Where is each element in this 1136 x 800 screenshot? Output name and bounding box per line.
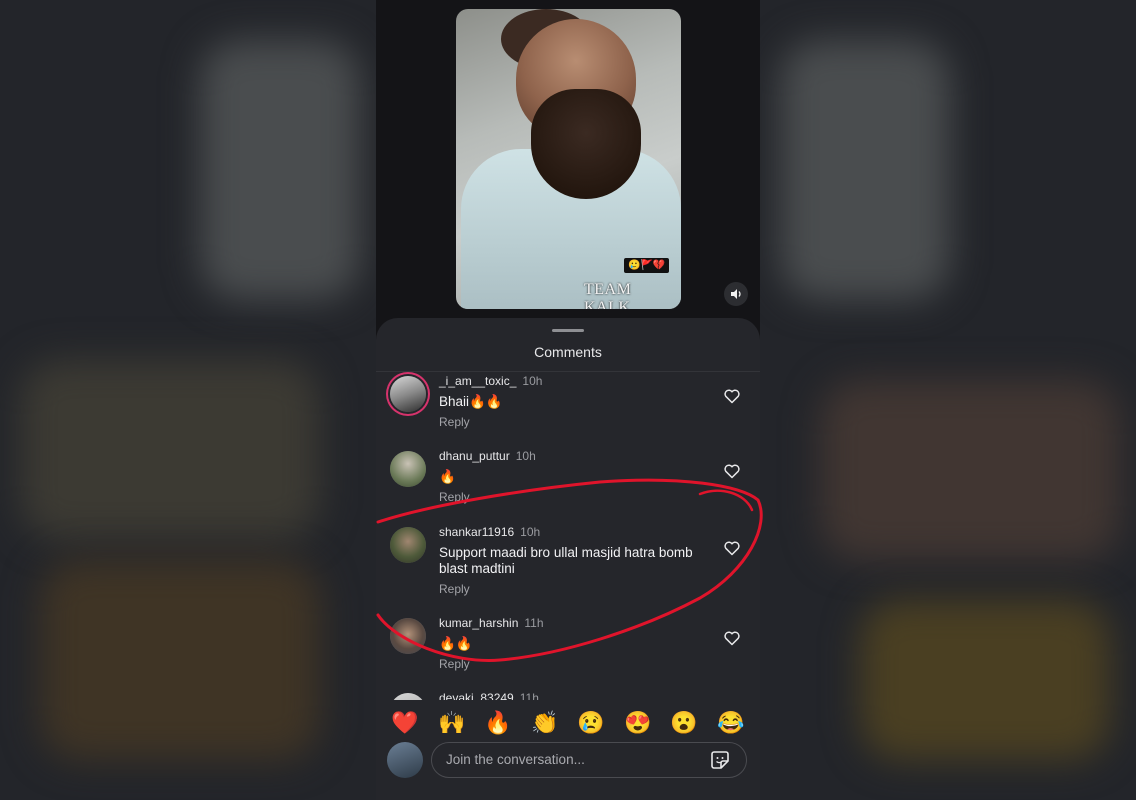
speaker-icon: [731, 289, 741, 299]
comment-time: 10h: [522, 374, 543, 388]
comment-text: 🔥: [439, 469, 456, 484]
quick-reaction-bar: ❤️ 🙌 🔥 👏 😢 😍 😮 😂: [376, 706, 760, 740]
comment-username[interactable]: kumar_harshin: [439, 616, 518, 630]
comment-text: Bhaii🔥🔥: [439, 394, 503, 409]
comment-header: devaki_83249 11h: [439, 691, 539, 700]
reply-button[interactable]: Reply: [439, 490, 470, 504]
comment-text: Support maadi bro ullal masjid hatra bom…: [439, 545, 693, 576]
comment-username[interactable]: shankar11916: [439, 525, 514, 539]
comment-time: 10h: [515, 449, 536, 463]
heart-icon[interactable]: [723, 387, 741, 405]
comments-sheet: Comments _i_am__toxic_ 10h Bhaii🔥🔥 Reply: [376, 318, 760, 800]
comment-input[interactable]: Join the conversation...: [431, 742, 747, 778]
comment-username[interactable]: dhanu_puttur: [439, 449, 510, 463]
comment-header: _i_am__toxic_ 10h: [439, 374, 542, 388]
comment-username[interactable]: devaki_83249: [439, 691, 514, 700]
comment-time: 11h: [524, 616, 544, 630]
comment-header: kumar_harshin 11h: [439, 616, 544, 630]
phone-screen: 🥲🚩💔 TEAM KALK Comments _i_am__toxic_ 10h …: [376, 0, 760, 800]
reaction-fire[interactable]: 🔥: [481, 706, 515, 740]
comments-list[interactable]: _i_am__toxic_ 10h Bhaii🔥🔥 Reply dhanu_put…: [376, 372, 760, 700]
comment-header: dhanu_puttur 10h: [439, 449, 536, 463]
reaction-crying[interactable]: 😢: [574, 706, 608, 740]
comment-header: shankar11916 10h: [439, 525, 540, 539]
comment-time: 11h: [519, 691, 539, 700]
reaction-surprised[interactable]: 😮: [667, 706, 701, 740]
comment-text: 🔥🔥: [439, 636, 473, 651]
reply-button[interactable]: Reply: [439, 657, 470, 671]
blurred-backdrop-left: [0, 0, 376, 800]
avatar[interactable]: [390, 527, 426, 563]
reply-button[interactable]: Reply: [439, 415, 470, 429]
reel-video[interactable]: 🥲🚩💔 TEAM KALK: [456, 9, 681, 309]
mute-button[interactable]: [724, 282, 748, 306]
comment-username[interactable]: _i_am__toxic_: [439, 374, 516, 388]
avatar[interactable]: [390, 693, 426, 700]
avatar[interactable]: [390, 376, 426, 412]
video-subject-beard: [531, 89, 641, 199]
blurred-backdrop-right: [760, 0, 1136, 800]
reaction-heart-eyes[interactable]: 😍: [621, 706, 655, 740]
reaction-laughing[interactable]: 😂: [714, 706, 748, 740]
sheet-title: Comments: [534, 344, 602, 360]
comment-item: kumar_harshin 11h 🔥🔥 Reply: [376, 614, 760, 684]
comment-item: dhanu_puttur 10h 🔥 Reply: [376, 447, 760, 517]
comment-input-placeholder: Join the conversation...: [446, 752, 585, 767]
comment-item: devaki_83249 11h: [376, 689, 760, 700]
reply-button[interactable]: Reply: [439, 582, 470, 596]
sticker-icon[interactable]: [708, 748, 732, 772]
comment-item: shankar11916 10h Support maadi bro ullal …: [376, 523, 760, 608]
current-user-avatar: [387, 742, 423, 778]
avatar[interactable]: [390, 618, 426, 654]
heart-icon[interactable]: [723, 539, 741, 557]
comment-item: _i_am__toxic_ 10h Bhaii🔥🔥 Reply: [376, 372, 760, 442]
heart-icon[interactable]: [723, 462, 741, 480]
heart-icon[interactable]: [723, 629, 741, 647]
sheet-drag-handle[interactable]: [552, 329, 584, 332]
video-watermark: TEAM KALK: [584, 281, 632, 309]
reaction-clap[interactable]: 👏: [528, 706, 562, 740]
avatar[interactable]: [390, 451, 426, 487]
video-emoji-caption: 🥲🚩💔: [624, 258, 670, 273]
reaction-heart[interactable]: ❤️: [388, 706, 422, 740]
comment-time: 10h: [520, 525, 541, 539]
reaction-raised-hands[interactable]: 🙌: [435, 706, 469, 740]
